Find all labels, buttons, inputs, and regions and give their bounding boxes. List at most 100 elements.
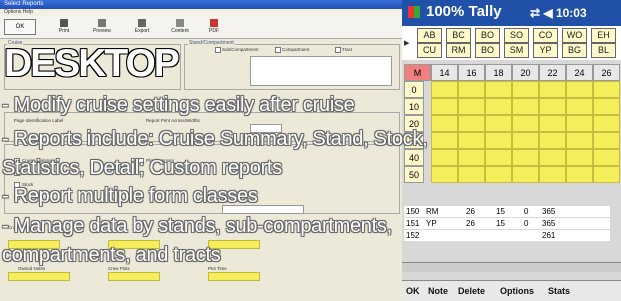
species-code-button[interactable]: YP <box>533 43 558 58</box>
command-options[interactable]: Options <box>500 281 534 301</box>
tally-cell[interactable] <box>512 166 539 183</box>
tally-cell[interactable] <box>539 166 566 183</box>
species-code-button[interactable]: BL <box>591 43 616 58</box>
command-note[interactable]: Note <box>428 281 448 301</box>
tally-cell[interactable] <box>458 81 485 98</box>
grid-column-header[interactable]: 18 <box>485 64 512 81</box>
mobile-status: ⇄ ◀ 10:03 <box>530 6 587 20</box>
menu-bar[interactable]: Options Help <box>0 9 402 16</box>
start-icon[interactable] <box>408 6 420 18</box>
tally-cell[interactable] <box>566 166 593 183</box>
tally-cell[interactable] <box>512 149 539 166</box>
tally-cell[interactable] <box>566 81 593 98</box>
grid-column-header[interactable]: M <box>404 64 431 81</box>
tally-cell[interactable] <box>431 149 458 166</box>
tally-cell[interactable] <box>539 81 566 98</box>
tally-cell[interactable] <box>431 98 458 115</box>
horizontal-scrollbar[interactable] <box>402 262 621 272</box>
species-code-button[interactable]: EH <box>591 28 616 43</box>
grid-column-header[interactable]: 16 <box>458 64 485 81</box>
export-button[interactable]: Export <box>128 18 156 36</box>
table-row[interactable]: 152 261 <box>404 230 610 241</box>
tally-cell[interactable] <box>458 132 485 149</box>
tally-cell[interactable] <box>593 166 620 183</box>
species-code-button[interactable]: CU <box>417 43 442 58</box>
tally-cell[interactable] <box>458 115 485 132</box>
tract-radio[interactable] <box>335 47 341 53</box>
plot-time-field[interactable] <box>208 272 260 281</box>
tally-cell[interactable] <box>593 81 620 98</box>
command-delete[interactable]: Delete <box>458 281 485 301</box>
preview-button[interactable]: Preview <box>88 18 116 36</box>
table-row[interactable]: 151 YP 26 15 0 365 <box>404 218 610 229</box>
command-ok[interactable]: OK <box>406 281 420 301</box>
tally-cell[interactable] <box>458 98 485 115</box>
tally-cell[interactable] <box>512 98 539 115</box>
tally-cell[interactable] <box>431 132 458 149</box>
tally-cell[interactable] <box>539 132 566 149</box>
pdf-button[interactable]: PDF <box>200 18 228 36</box>
tally-cell[interactable] <box>512 81 539 98</box>
grid-column-header[interactable]: 26 <box>593 64 620 81</box>
species-code-button[interactable]: AB <box>417 28 442 43</box>
stand-list[interactable] <box>250 56 392 86</box>
species-code-button[interactable]: RM <box>446 43 471 58</box>
grid-column-header[interactable]: 20 <box>512 64 539 81</box>
table-row[interactable]: 150 RM 26 15 0 365 <box>404 206 610 217</box>
table-cell-d: 261 <box>542 231 556 240</box>
tally-cell[interactable] <box>431 81 458 98</box>
species-code-button[interactable]: SM <box>504 43 529 58</box>
grid-row-label: 50 <box>404 166 424 183</box>
species-code-button[interactable]: SO <box>504 28 529 43</box>
plot-time-label: Plot Time <box>208 266 227 271</box>
table-cell-id: 150 <box>406 207 420 216</box>
species-code-button[interactable]: BG <box>562 43 587 58</box>
tally-cell[interactable] <box>485 166 512 183</box>
grid-column-header[interactable]: 22 <box>539 64 566 81</box>
preview-icon <box>98 19 106 27</box>
tally-cell[interactable] <box>431 166 458 183</box>
side-arrow-icon[interactable]: ▸ <box>404 36 410 49</box>
table-cell-b: 15 <box>496 219 505 228</box>
tally-cell[interactable] <box>539 149 566 166</box>
tally-cell[interactable] <box>593 132 620 149</box>
table-cell-c: 0 <box>524 219 529 228</box>
tally-cell[interactable] <box>593 115 620 132</box>
tally-cell[interactable] <box>458 149 485 166</box>
tally-cell[interactable] <box>566 98 593 115</box>
owner-notes-field[interactable] <box>8 272 70 281</box>
tally-cell[interactable] <box>485 98 512 115</box>
tally-cell[interactable] <box>485 149 512 166</box>
command-bar: OK Note Delete Options Stats <box>402 280 621 301</box>
tally-cell[interactable] <box>485 81 512 98</box>
tally-cell[interactable] <box>512 132 539 149</box>
grid-column-header[interactable]: 14 <box>431 64 458 81</box>
grid-column-header[interactable]: 24 <box>566 64 593 81</box>
tally-cell[interactable] <box>485 132 512 149</box>
crew-plots-field[interactable] <box>108 272 160 281</box>
mobile-title: 100% Tally <box>426 3 502 20</box>
species-code-button[interactable]: BC <box>446 28 471 43</box>
tally-cell[interactable] <box>431 115 458 132</box>
species-code-button[interactable]: CO <box>533 28 558 43</box>
tally-cell[interactable] <box>512 115 539 132</box>
species-code-button[interactable]: BO <box>475 43 500 58</box>
tally-cell[interactable] <box>485 115 512 132</box>
ok-button[interactable]: OK <box>4 19 36 35</box>
species-code-button[interactable]: WO <box>562 28 587 43</box>
compartment-radio[interactable] <box>275 47 281 53</box>
tally-cell[interactable] <box>458 166 485 183</box>
tally-cell[interactable] <box>566 149 593 166</box>
print-button[interactable]: Print <box>50 18 78 36</box>
tally-cell[interactable] <box>539 98 566 115</box>
command-stats[interactable]: Stats <box>548 281 570 301</box>
subcompartment-radio[interactable] <box>215 47 221 53</box>
tally-cell[interactable] <box>593 149 620 166</box>
tally-cell[interactable] <box>566 115 593 132</box>
tally-cell[interactable] <box>539 115 566 132</box>
tally-cell[interactable] <box>593 98 620 115</box>
species-code-button[interactable]: BO <box>475 28 500 43</box>
crew-plots-label: Crew Plots <box>108 266 130 271</box>
tally-cell[interactable] <box>566 132 593 149</box>
contents-button[interactable]: Content <box>166 18 194 36</box>
